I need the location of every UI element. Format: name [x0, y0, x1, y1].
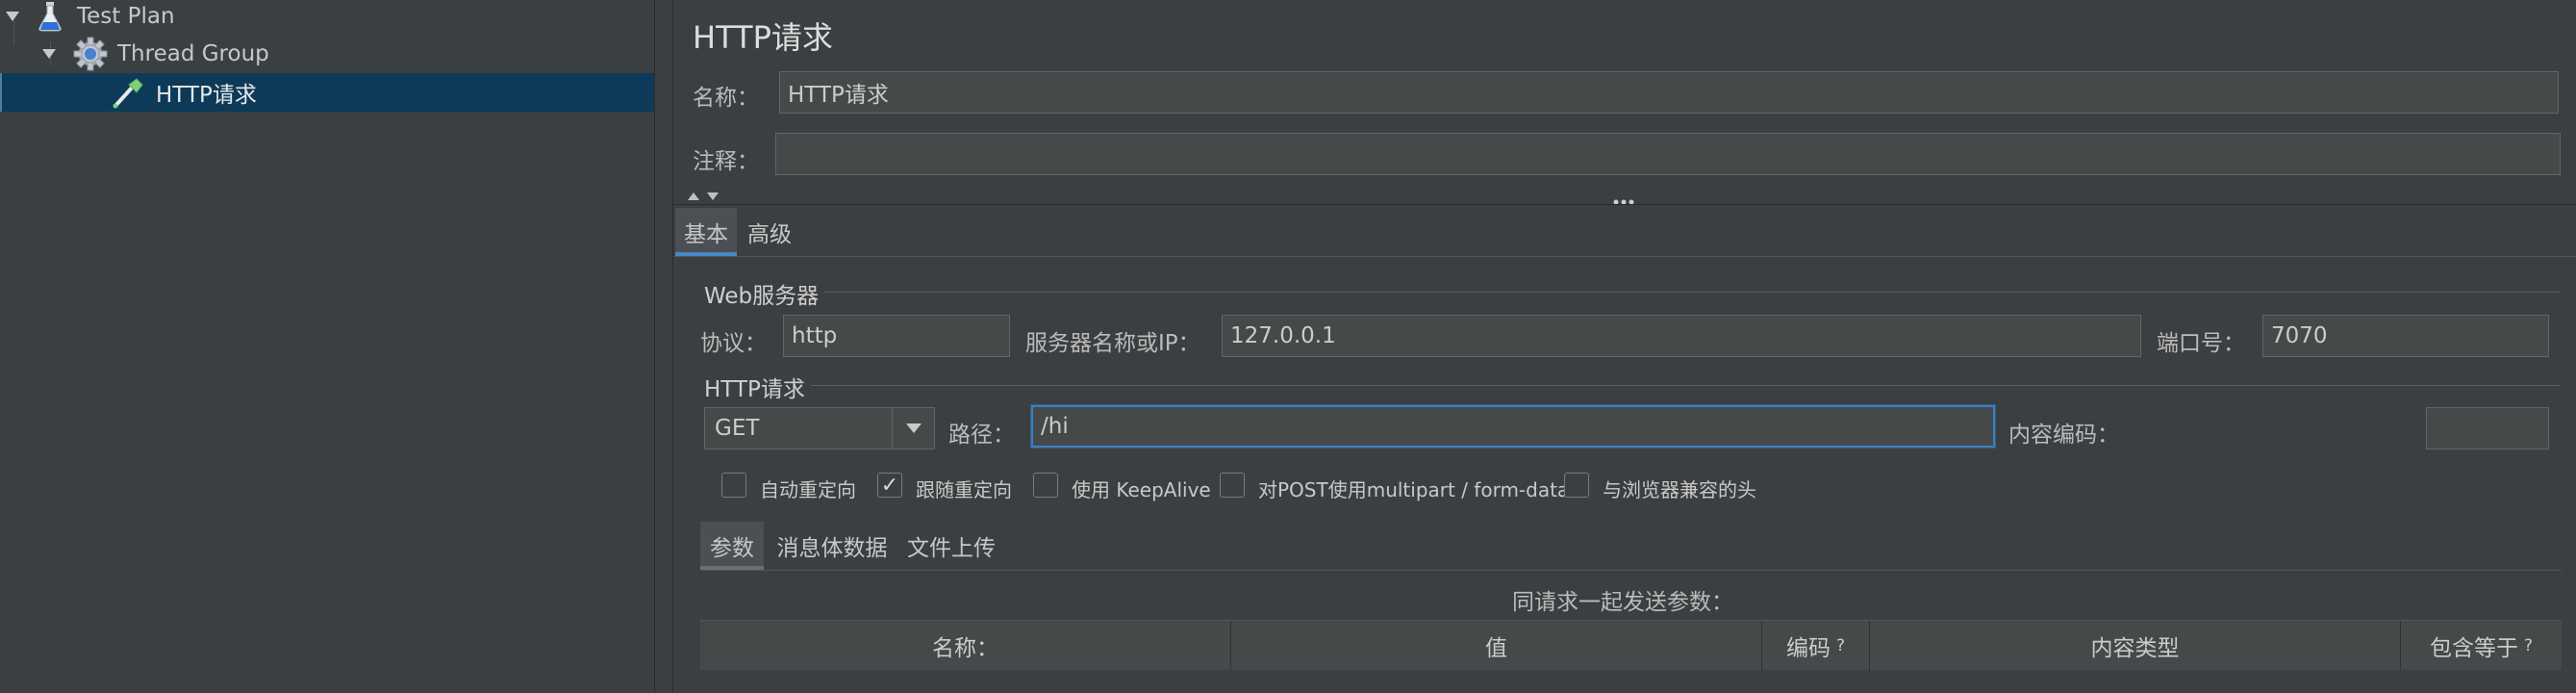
- splitter-handle-icon[interactable]: [1612, 192, 1635, 210]
- path-label: 路径：: [948, 423, 1015, 448]
- encoding-label: 内容编码：: [2008, 423, 2119, 448]
- name-field[interactable]: HTTP请求: [779, 71, 2559, 114]
- browser-compatible-headers-checkbox[interactable]: [1564, 473, 1589, 498]
- auto-redirect-checkbox[interactable]: [721, 473, 746, 498]
- comment-field[interactable]: [775, 133, 2561, 175]
- split-pane-divider[interactable]: [654, 0, 673, 693]
- tree-item-label: Thread Group: [117, 41, 269, 66]
- column-header-encode[interactable]: 编码?: [1762, 621, 1870, 671]
- comment-label: 注释：: [693, 149, 759, 174]
- params-table-header: 名称： 值 编码? 内容类型 包含等于?: [700, 620, 2562, 671]
- web-server-group-title: Web服务器: [698, 277, 825, 310]
- http-request-panel: HTTP请求 名称： HTTP请求 注释： 基本 高级 Web服务器 协议： h…: [673, 0, 2576, 693]
- sub-tab-underline: [700, 570, 2562, 571]
- checkbox-label: 使用 KeepAlive: [1072, 478, 1211, 501]
- checkbox-label: 自动重定向: [760, 478, 856, 501]
- splitter-line: [673, 204, 2576, 205]
- multipart-checkbox[interactable]: [1220, 473, 1245, 498]
- checkbox-label: 跟随重定向: [916, 478, 1012, 501]
- protocol-label: 协议：: [700, 331, 767, 356]
- port-field[interactable]: 7070: [2262, 315, 2549, 357]
- tab-body-data[interactable]: 消息体数据: [771, 522, 893, 570]
- tree-item-test-plan[interactable]: Test Plan: [0, 0, 654, 36]
- params-caption: 同请求一起发送参数：: [1512, 590, 1733, 615]
- page-title: HTTP请求: [693, 19, 833, 56]
- server-field[interactable]: 127.0.0.1: [1222, 315, 2141, 357]
- pipette-icon: [110, 75, 148, 114]
- group-border: [698, 292, 2560, 293]
- expand-arrow-icon[interactable]: [42, 49, 56, 59]
- tree-item-label: Test Plan: [77, 4, 175, 29]
- method-select-value: GET: [715, 416, 760, 441]
- tab-file-upload[interactable]: 文件上传: [900, 522, 1002, 570]
- gear-icon: [73, 37, 108, 75]
- tree-item-thread-group[interactable]: Thread Group: [0, 35, 654, 73]
- tree-item-http-request[interactable]: HTTP请求: [0, 73, 654, 112]
- encoding-field[interactable]: [2426, 407, 2549, 449]
- tab-basic[interactable]: 基本: [675, 208, 737, 256]
- help-icon: ?: [2523, 636, 2534, 655]
- tab-parameters[interactable]: 参数: [700, 522, 764, 570]
- column-header-name[interactable]: 名称：: [700, 621, 1231, 671]
- server-label: 服务器名称或IP：: [1025, 331, 1200, 356]
- column-header-content-type[interactable]: 内容类型: [1870, 621, 2401, 671]
- path-field[interactable]: /hi: [1031, 405, 1995, 448]
- follow-redirect-checkbox[interactable]: ✓: [877, 473, 902, 498]
- tab-advanced[interactable]: 高级: [741, 208, 798, 256]
- http-request-group-title: HTTP请求: [698, 371, 811, 403]
- checkbox-label: 对POST使用multipart / form-data: [1258, 478, 1570, 501]
- checkbox-label: 与浏览器兼容的头: [1603, 478, 1756, 501]
- tree-item-label: HTTP请求: [156, 83, 257, 108]
- column-header-include-equals[interactable]: 包含等于?: [2401, 621, 2562, 671]
- flask-icon: [37, 1, 63, 36]
- column-header-value[interactable]: 值: [1231, 621, 1762, 671]
- keepalive-checkbox[interactable]: [1033, 473, 1058, 498]
- port-label: 端口号：: [2157, 331, 2245, 356]
- name-label: 名称：: [693, 86, 759, 111]
- expand-arrow-icon[interactable]: [6, 12, 19, 21]
- test-plan-tree: Test Plan Thread Group HTTP请求: [0, 0, 654, 693]
- tab-underline: [673, 256, 2576, 257]
- protocol-field[interactable]: http: [783, 315, 1010, 357]
- help-icon: ?: [1835, 636, 1846, 655]
- method-select[interactable]: GET: [704, 407, 935, 449]
- checkmark-icon: ✓: [880, 473, 899, 498]
- chevron-down-icon[interactable]: [892, 408, 934, 449]
- group-border: [698, 385, 2560, 386]
